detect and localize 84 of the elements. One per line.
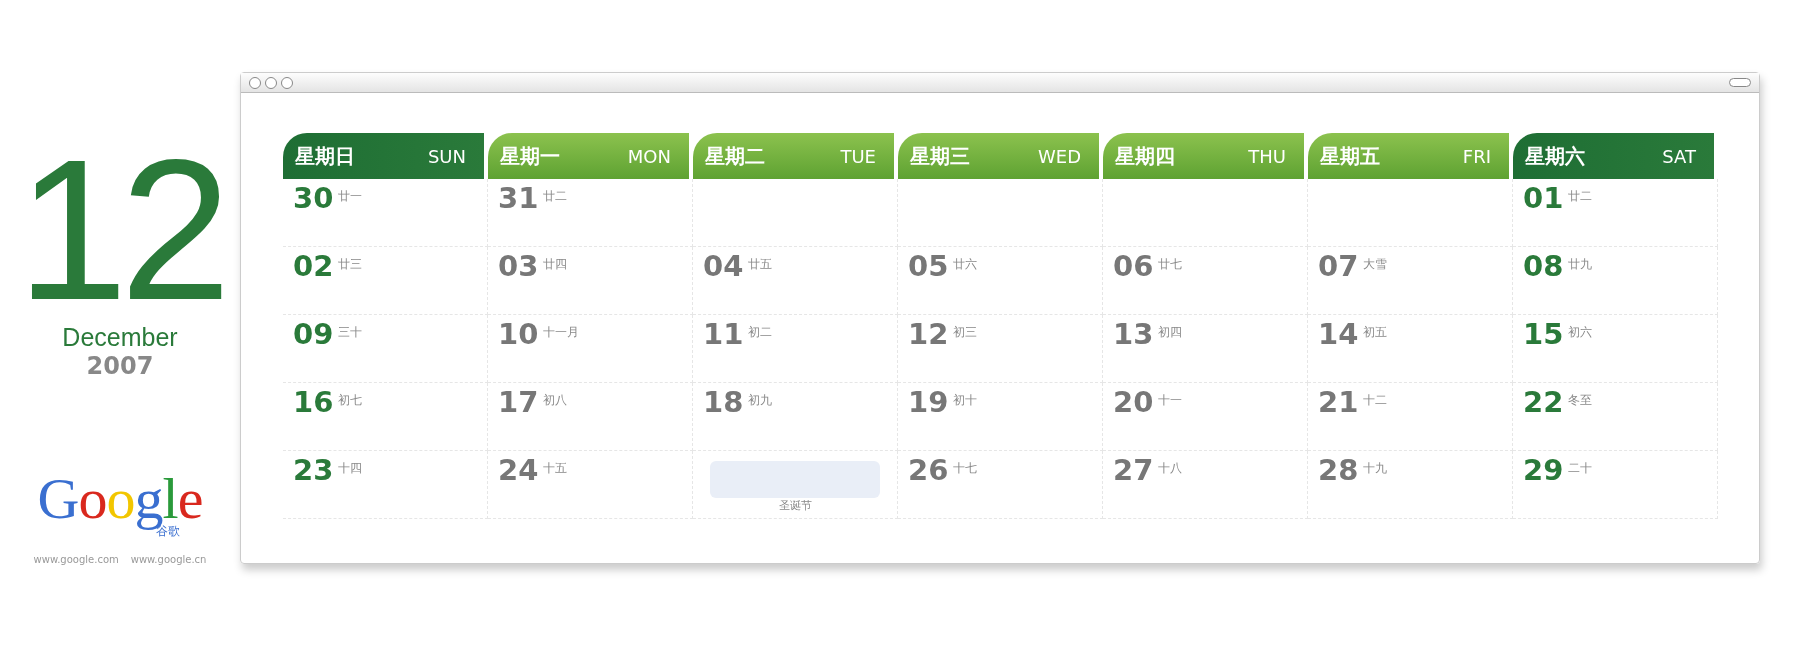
weekday-label: SUN <box>427 144 466 169</box>
window-button[interactable] <box>265 76 277 89</box>
month-name: December <box>62 324 178 352</box>
toolbar-toggle-button[interactable] <box>1729 78 1751 87</box>
weekday-label: TUE <box>840 144 876 169</box>
day-number: 12 <box>908 319 949 351</box>
lunar-date: 大雪 <box>1363 256 1388 273</box>
weekday-label: 星期六 <box>1525 143 1585 170</box>
lunar-date: 廿一 <box>338 188 363 205</box>
lunar-date: 十二 <box>1363 392 1388 409</box>
window-button[interactable] <box>249 76 261 89</box>
lunar-date: 二十 <box>1568 460 1593 477</box>
website-url: www.google.com <box>33 553 119 568</box>
weekday-label: SAT <box>1662 144 1696 169</box>
day-number: 04 <box>703 251 744 283</box>
lunar-date: 初三 <box>953 324 978 341</box>
lunar-date: 初八 <box>543 392 568 409</box>
day-number: 28 <box>1318 455 1359 487</box>
lunar-date: 初十 <box>953 392 978 409</box>
lunar-date: 十八 <box>1158 460 1183 477</box>
day-number: 16 <box>293 387 334 419</box>
weekday-label: 星期三 <box>910 143 970 170</box>
lunar-date: 初二 <box>748 324 773 341</box>
day-number: 24 <box>498 455 539 487</box>
day-number: 27 <box>1113 455 1154 487</box>
lunar-date: 十九 <box>1363 460 1388 477</box>
weekday-label: MON <box>627 144 671 169</box>
day-number: 08 <box>1523 251 1564 283</box>
day-number: 06 <box>1113 251 1154 283</box>
weekday-label: 星期四 <box>1115 143 1175 170</box>
lunar-date: 冬至 <box>1568 392 1593 409</box>
day-number: 23 <box>293 455 334 487</box>
lunar-date: 十一月 <box>543 324 580 341</box>
lunar-date: 廿六 <box>953 256 978 273</box>
weekday-label: 星期一 <box>500 143 560 170</box>
day-number: 02 <box>293 251 334 283</box>
day-number: 05 <box>908 251 949 283</box>
lunar-date: 十七 <box>953 460 978 477</box>
doodle-caption: 圣诞节 <box>778 497 812 514</box>
lunar-date: 廿七 <box>1158 256 1183 273</box>
day-number: 13 <box>1113 319 1154 351</box>
day-number: 21 <box>1318 387 1359 419</box>
day-number: 22 <box>1523 387 1564 419</box>
window-button[interactable] <box>281 76 293 89</box>
day-number: 09 <box>293 319 334 351</box>
weekday-label: 星期五 <box>1320 143 1380 170</box>
year: 2007 <box>86 351 154 381</box>
lunar-date: 十一 <box>1158 392 1183 409</box>
day-number: 01 <box>1523 183 1564 215</box>
weekday-label: THU <box>1248 144 1286 169</box>
lunar-date: 廿四 <box>543 256 568 273</box>
weekday-label: 星期二 <box>705 143 765 170</box>
lunar-date: 初七 <box>338 392 363 409</box>
day-number: 20 <box>1113 387 1154 419</box>
day-number: 17 <box>498 387 539 419</box>
day-number: 11 <box>703 319 744 351</box>
lunar-date: 初五 <box>1363 324 1388 341</box>
day-number: 31 <box>498 183 539 215</box>
lunar-date: 廿二 <box>543 188 568 205</box>
day-number: 26 <box>908 455 949 487</box>
day-number: 10 <box>498 319 539 351</box>
day-number: 15 <box>1523 319 1564 351</box>
lunar-date: 十五 <box>543 460 568 477</box>
lunar-date: 初四 <box>1158 324 1183 341</box>
lunar-date: 廿九 <box>1568 256 1593 273</box>
day-number: 07 <box>1318 251 1359 283</box>
day-number: 03 <box>498 251 539 283</box>
website-url: www.google.cn <box>130 553 207 568</box>
lunar-date: 初九 <box>748 392 773 409</box>
weekday-label: FRI <box>1462 144 1491 169</box>
weekday-label: 星期日 <box>295 143 355 170</box>
lunar-date: 三十 <box>338 324 363 341</box>
lunar-date: 廿五 <box>748 256 773 273</box>
lunar-date: 初六 <box>1568 324 1593 341</box>
lunar-date: 廿二 <box>1568 188 1593 205</box>
lunar-date: 廿三 <box>338 256 363 273</box>
lunar-date: 十四 <box>338 460 363 477</box>
day-number: 18 <box>703 387 744 419</box>
day-number: 14 <box>1318 319 1359 351</box>
day-number: 30 <box>293 183 334 215</box>
month-number: 12 <box>16 150 224 310</box>
day-number: 19 <box>908 387 949 419</box>
weekday-label: WED <box>1037 144 1081 169</box>
day-number: 29 <box>1523 455 1564 487</box>
